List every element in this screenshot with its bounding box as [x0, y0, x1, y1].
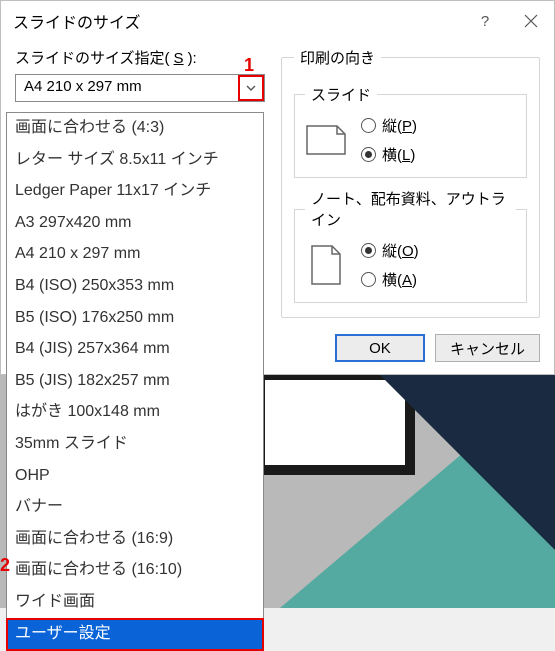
size-combobox-dropdown-button[interactable]: [238, 75, 264, 101]
size-option[interactable]: A4 210 x 297 mm: [7, 239, 263, 271]
annotation-2: 2: [0, 555, 10, 576]
size-option[interactable]: 画面に合わせる (16:10): [7, 555, 263, 587]
size-option[interactable]: 画面に合わせる (16:9): [7, 524, 263, 556]
notes-orientation-group: ノート、配布資料、アウトライン 縦(O) 横(A): [294, 188, 527, 303]
titlebar: スライドのサイズ ?: [1, 1, 554, 41]
slide-orientation-group: スライド 縦(P) 横(L): [294, 84, 527, 178]
page-portrait-icon: [305, 240, 347, 290]
dialog-title: スライドのサイズ: [13, 9, 462, 33]
size-dropdown-list[interactable]: 画面に合わせる (4:3)レター サイズ 8.5x11 インチLedger Pa…: [6, 112, 264, 651]
size-option[interactable]: B5 (ISO) 176x250 mm: [7, 303, 263, 335]
size-option[interactable]: B5 (JIS) 182x257 mm: [7, 366, 263, 398]
ok-button[interactable]: OK: [335, 334, 425, 362]
size-select-label: スライドのサイズ指定(S):: [15, 47, 265, 68]
size-option[interactable]: A3 297x420 mm: [7, 208, 263, 240]
notes-portrait-radio[interactable]: 縦(O): [361, 240, 419, 261]
size-option[interactable]: 35mm スライド: [7, 429, 263, 461]
page-landscape-icon: [305, 115, 347, 165]
size-option[interactable]: B4 (ISO) 250x353 mm: [7, 271, 263, 303]
size-option[interactable]: バナー: [7, 492, 263, 524]
orientation-group: 印刷の向き スライド 縦(P) 横(L) ノート、配布資料、アウトラ: [281, 47, 540, 318]
close-icon: [524, 14, 538, 28]
size-option[interactable]: レター サイズ 8.5x11 インチ: [7, 145, 263, 177]
size-combobox-value: A4 210 x 297 mm: [16, 75, 238, 101]
chevron-down-icon: [245, 82, 257, 94]
notes-landscape-radio[interactable]: 横(A): [361, 269, 419, 290]
size-option[interactable]: 画面に合わせる (4:3): [7, 113, 263, 145]
help-button[interactable]: ?: [462, 1, 508, 41]
close-button[interactable]: [508, 1, 554, 41]
size-option[interactable]: ワイド画面: [7, 587, 263, 619]
slide-landscape-radio[interactable]: 横(L): [361, 144, 417, 165]
slide-portrait-radio[interactable]: 縦(P): [361, 115, 417, 136]
orientation-group-label: 印刷の向き: [294, 47, 381, 68]
size-combobox[interactable]: A4 210 x 297 mm: [15, 74, 265, 102]
size-option[interactable]: B4 (JIS) 257x364 mm: [7, 334, 263, 366]
size-option[interactable]: Ledger Paper 11x17 インチ: [7, 176, 263, 208]
size-option[interactable]: ユーザー設定: [7, 619, 263, 651]
annotation-1: 1: [244, 55, 254, 76]
size-option[interactable]: OHP: [7, 461, 263, 493]
size-option[interactable]: はがき 100x148 mm: [7, 397, 263, 429]
cancel-button[interactable]: キャンセル: [435, 334, 540, 362]
